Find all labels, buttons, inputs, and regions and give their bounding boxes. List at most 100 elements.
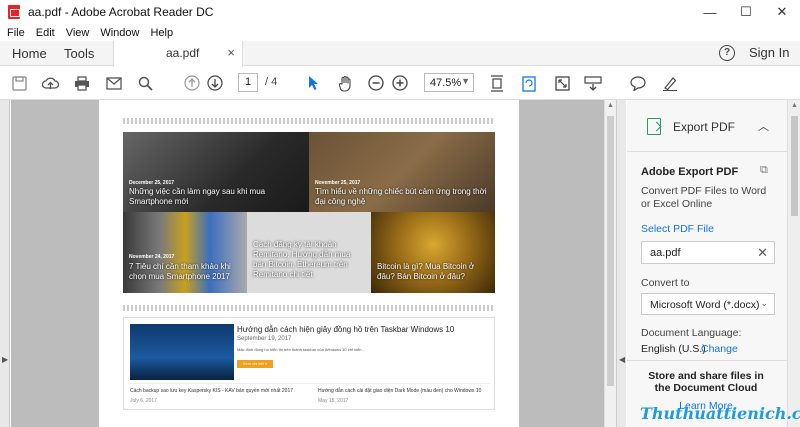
tile-title: Những việc cần làm ngay sau khi mua Smar… <box>129 187 266 206</box>
chevron-up-icon[interactable]: ︿ <box>758 118 769 134</box>
pane-header[interactable]: Export PDF ︿ <box>627 100 787 152</box>
convert-to-label: Convert to <box>641 277 690 289</box>
related-post-title[interactable]: Hướng dẫn cách cài đặt giao diện Dark Mo… <box>318 388 481 394</box>
close-window-button[interactable]: ✕ <box>764 0 800 24</box>
title-bar: aa.pdf - Adobe Acrobat Reader DC — ☐ ✕ <box>0 0 800 24</box>
scrolling-mode-icon[interactable] <box>584 74 602 92</box>
page-total: / 4 <box>265 76 278 88</box>
pane-scrollbar[interactable]: ▲ <box>787 100 800 427</box>
watermark-logo: Thuthuattienich.com <box>640 404 800 423</box>
tab-document[interactable]: aa.pdf × <box>113 41 243 67</box>
tile-title: Bitcoin là gì? Mua Bitcoin ở đâu? Bán Bi… <box>377 262 475 281</box>
document-tab-label: aa.pdf <box>166 46 200 60</box>
previous-page-icon[interactable] <box>183 74 201 92</box>
copy-icon[interactable]: ⧉ <box>760 164 768 177</box>
tile-date: November 24, 2017 <box>129 254 175 260</box>
full-screen-icon[interactable] <box>553 74 571 92</box>
highlight-pen-icon[interactable] <box>661 74 679 92</box>
comment-icon[interactable] <box>629 74 647 92</box>
post-tile[interactable]: Cách đăng ký tài khoản Remitano, Hướng d… <box>247 212 371 293</box>
related-post-title[interactable]: Cách backup sao lưu key Kaspersky KIS - … <box>130 388 293 394</box>
scrollbar-thumb[interactable] <box>607 116 614 386</box>
tile-title: Tìm hiểu về những chiếc bút cảm ứng tron… <box>315 187 487 206</box>
tile-title: Cách đăng ký tài khoản Remitano, Hướng d… <box>253 240 351 279</box>
close-tab-icon[interactable]: × <box>227 45 235 60</box>
article-title[interactable]: Hướng dẫn cách hiện giây đồng hồ trên Ta… <box>237 325 454 334</box>
article-thumbnail[interactable] <box>130 324 234 380</box>
collapse-right-icon: ◀ <box>619 355 626 364</box>
rotate-page-icon[interactable] <box>520 74 538 92</box>
select-cursor-icon[interactable] <box>305 74 323 92</box>
chevron-down-icon: ⌄ <box>760 298 768 308</box>
zoom-in-icon[interactable] <box>391 74 409 92</box>
post-tile[interactable]: Bitcoin là gì? Mua Bitcoin ở đâu? Bán Bi… <box>371 212 495 293</box>
menu-bar: File Edit View Window Help <box>0 24 800 41</box>
email-icon[interactable] <box>105 74 123 92</box>
pdf-page: December 25, 2017 Những việc cần làm nga… <box>99 100 519 427</box>
menu-view[interactable]: View <box>66 27 90 39</box>
read-more-button[interactable]: Xem chi tiết » <box>237 360 273 368</box>
right-panel-toggle[interactable]: ◀ <box>616 100 626 427</box>
convert-to-value: Microsoft Word (*.docx) <box>650 299 760 311</box>
article-card: Hướng dẫn cách hiện giây đồng hồ trên Ta… <box>123 317 495 410</box>
maximize-button[interactable]: ☐ <box>728 0 764 24</box>
window-title: aa.pdf - Adobe Acrobat Reader DC <box>28 5 214 19</box>
document-language-label: Document Language: <box>641 327 742 339</box>
next-page-icon[interactable] <box>206 74 224 92</box>
divider <box>627 360 787 361</box>
article-excerpt: Mặc định đồng hồ hiển thị trên thanh tas… <box>237 347 365 352</box>
dotted-divider <box>123 305 495 311</box>
left-panel-toggle[interactable]: ▶ <box>0 100 10 427</box>
section-description: Convert PDF Files to Word or Excel Onlin… <box>641 185 767 210</box>
select-file-link[interactable]: Select PDF File <box>641 223 714 235</box>
tab-bar: Home Tools aa.pdf × <box>0 41 800 67</box>
search-icon[interactable] <box>136 74 154 92</box>
change-language-link[interactable]: Change <box>701 343 738 355</box>
upload-cloud-icon[interactable] <box>41 74 59 92</box>
scroll-up-icon[interactable]: ▲ <box>607 102 614 109</box>
tile-date: November 25, 2017 <box>315 180 361 186</box>
section-title: Adobe Export PDF <box>641 166 739 178</box>
post-tile[interactable]: November 24, 2017 7 Tiêu chí cần tham kh… <box>123 212 247 293</box>
export-pdf-pane: Export PDF ︿ Adobe Export PDF ⧉ Convert … <box>627 100 787 427</box>
expand-left-icon: ▶ <box>2 355 9 364</box>
minimize-button[interactable]: — <box>692 0 728 24</box>
acrobat-app-icon <box>8 5 20 19</box>
selected-file-name: aa.pdf <box>650 247 681 259</box>
scrollbar-thumb[interactable] <box>791 116 798 216</box>
help-icon[interactable]: ? <box>719 45 735 61</box>
menu-help[interactable]: Help <box>150 27 173 39</box>
dotted-divider <box>123 118 495 124</box>
convert-to-dropdown[interactable]: Microsoft Word (*.docx) ⌄ <box>641 293 775 315</box>
document-scrollbar[interactable]: ▲ <box>604 100 616 427</box>
related-post-date: July 6, 2017 <box>130 398 157 404</box>
zoom-out-icon[interactable] <box>367 74 385 92</box>
tile-date: December 25, 2017 <box>129 180 175 186</box>
hand-tool-icon[interactable] <box>337 74 355 92</box>
tab-tools[interactable]: Tools <box>64 41 94 66</box>
page-number-input[interactable]: 1 <box>238 73 258 92</box>
related-post-date: May 15, 2017 <box>318 398 349 404</box>
scroll-up-icon[interactable]: ▲ <box>791 102 798 109</box>
pane-header-title: Export PDF <box>673 120 736 134</box>
selected-file-field[interactable]: aa.pdf ✕ <box>641 241 775 264</box>
zoom-select[interactable]: 47.5% ▼ <box>424 73 474 92</box>
chevron-down-icon: ▼ <box>461 76 470 86</box>
tab-home[interactable]: Home <box>12 41 47 66</box>
tile-title: 7 Tiêu chí cần tham khảo khi chọn mua Sm… <box>129 262 231 281</box>
post-tile[interactable]: December 25, 2017 Những việc cần làm nga… <box>123 132 309 212</box>
menu-edit[interactable]: Edit <box>36 27 55 39</box>
fit-page-icon[interactable] <box>488 74 506 92</box>
document-area[interactable]: December 25, 2017 Những việc cần làm nga… <box>11 100 604 427</box>
article-date: September 19, 2017 <box>237 336 292 342</box>
toolbar <box>0 67 800 100</box>
print-icon[interactable] <box>73 74 91 92</box>
clear-file-icon[interactable]: ✕ <box>757 245 768 261</box>
menu-window[interactable]: Window <box>100 27 139 39</box>
save-icon[interactable] <box>10 74 28 92</box>
divider <box>130 383 490 384</box>
sign-in-button[interactable]: Sign In <box>749 45 789 60</box>
export-pdf-icon <box>647 118 661 135</box>
menu-file[interactable]: File <box>7 27 25 39</box>
post-tile[interactable]: November 25, 2017 Tìm hiểu về những chiế… <box>309 132 495 212</box>
